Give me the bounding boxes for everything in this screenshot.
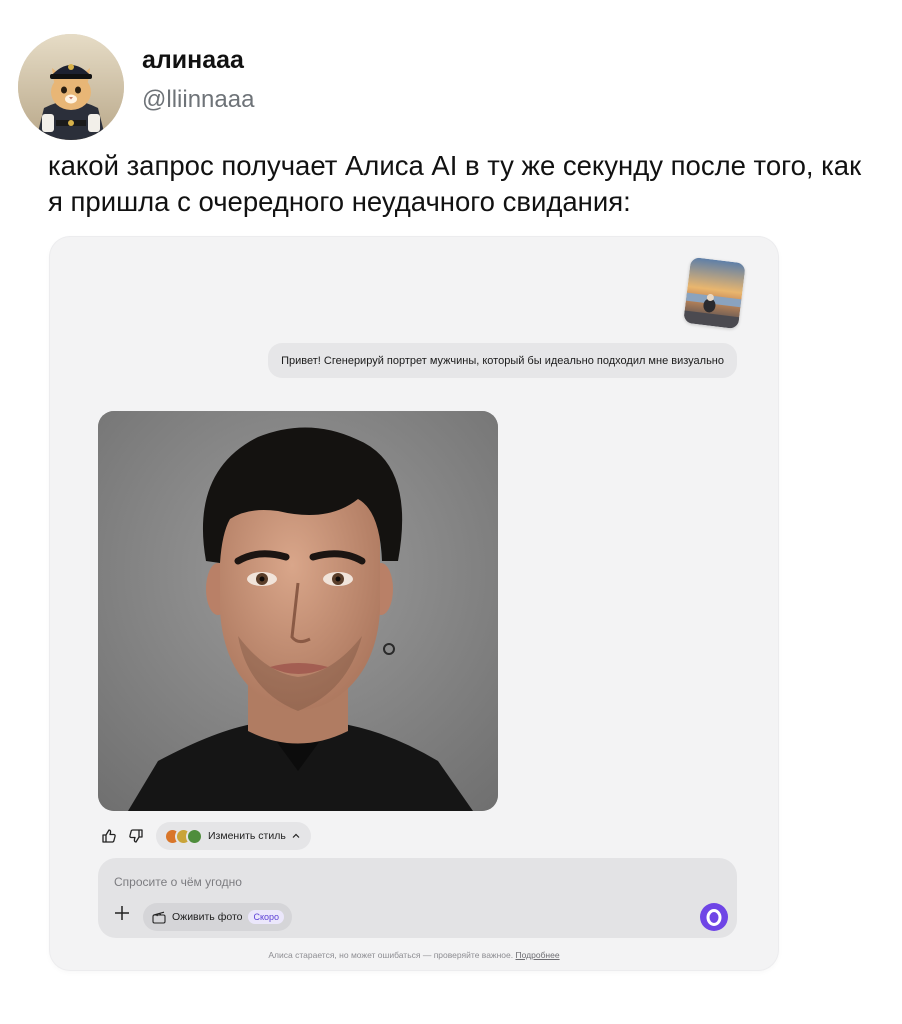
alice-icon[interactable] bbox=[699, 902, 729, 932]
beach-photo-thumbnail bbox=[683, 256, 746, 330]
tweet-text: какой запрос получает Алиса AI в ту же с… bbox=[48, 150, 862, 217]
animate-photo-button[interactable]: Оживить фото Скоро bbox=[143, 903, 293, 931]
avatar[interactable] bbox=[18, 34, 124, 140]
thumb-up-icon[interactable] bbox=[98, 825, 120, 847]
disclaimer-text: Алиса старается, но может ошибаться — пр… bbox=[268, 950, 514, 960]
user-handle[interactable]: @lliinnaaa bbox=[142, 86, 254, 114]
chat-screenshot: Привет! Сгенерируй портрет мужчины, кото… bbox=[50, 237, 778, 970]
chat-input[interactable]: Спросите о чём угодно bbox=[114, 875, 242, 889]
chevron-up-icon bbox=[292, 833, 300, 838]
portrait-of-dark-haired-man bbox=[98, 411, 498, 811]
generated-image[interactable] bbox=[98, 411, 498, 811]
cat-avatar-image bbox=[18, 34, 124, 140]
change-style-label: Изменить стиль bbox=[208, 830, 286, 842]
disclaimer: Алиса старается, но может ошибаться — пр… bbox=[50, 950, 778, 960]
message-actions: Изменить стиль bbox=[98, 822, 311, 850]
plus-icon[interactable] bbox=[112, 903, 132, 923]
clapperboard-icon bbox=[152, 911, 166, 924]
user-attachment-photo[interactable] bbox=[683, 256, 746, 330]
animate-photo-label: Оживить фото bbox=[172, 911, 243, 923]
user-message: Привет! Сгенерируй портрет мужчины, кото… bbox=[268, 343, 737, 378]
style-previews bbox=[164, 827, 203, 845]
chat-input-panel[interactable]: Спросите о чём угодно Оживить фото Скоро bbox=[98, 858, 737, 938]
change-style-button[interactable]: Изменить стиль bbox=[156, 822, 311, 850]
style-preview-icon bbox=[186, 827, 203, 845]
display-name[interactable]: алинааа bbox=[142, 46, 244, 75]
learn-more-link[interactable]: Подробнее bbox=[516, 950, 560, 960]
thumb-down-icon[interactable] bbox=[125, 825, 147, 847]
soon-badge: Скоро bbox=[248, 910, 285, 924]
